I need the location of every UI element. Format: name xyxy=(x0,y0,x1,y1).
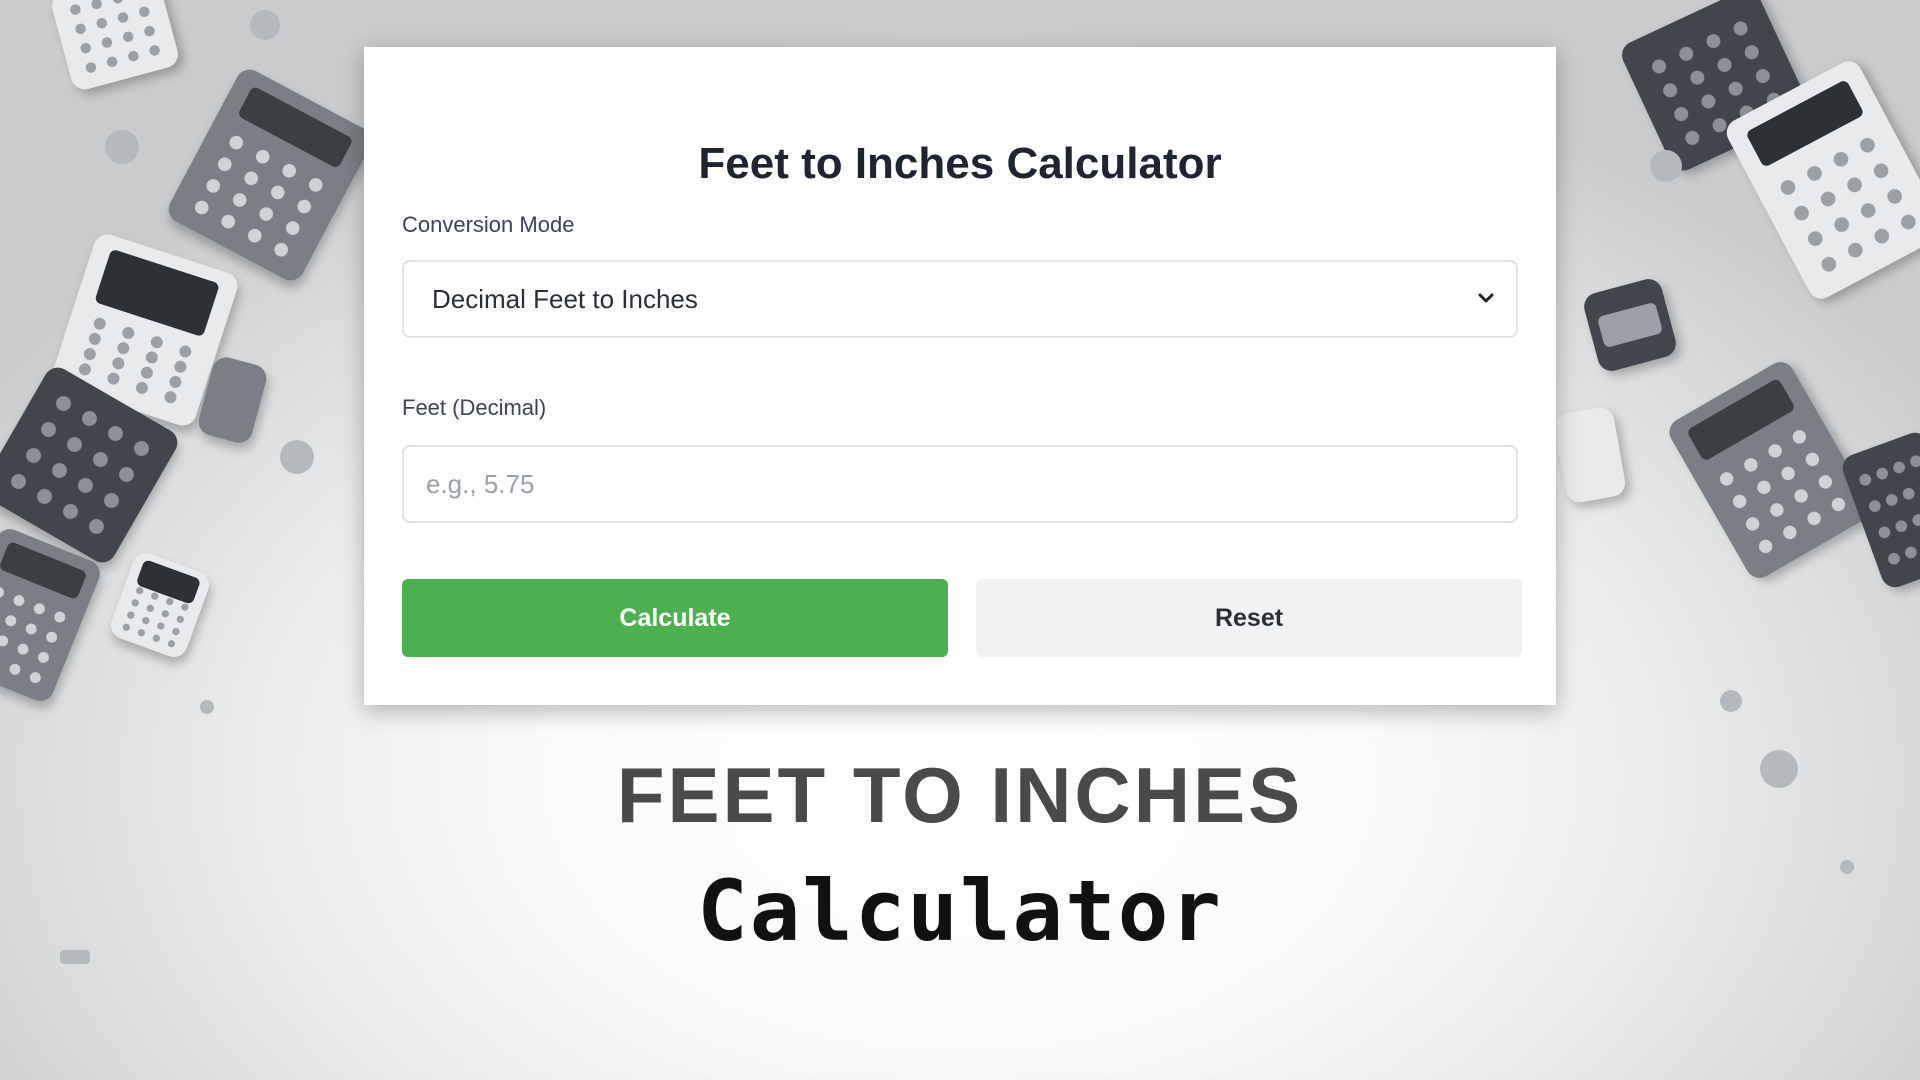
calculator-decoration xyxy=(1838,428,1920,592)
conversion-mode-label: Conversion Mode xyxy=(402,212,575,237)
feet-decimal-label: Feet (Decimal) xyxy=(402,395,547,420)
calculator-decoration xyxy=(107,549,213,661)
calculator-decoration xyxy=(0,362,183,568)
banner-heading: FEET TO INCHES xyxy=(616,751,1304,839)
calculator-card: Feet to Inches Calculator Conversion Mod… xyxy=(364,47,1556,705)
calculator-decoration xyxy=(195,354,270,446)
calculator-decoration xyxy=(1552,405,1628,505)
calculator-decoration xyxy=(1721,56,1920,304)
banner-subheading: Calculator xyxy=(697,862,1223,960)
calculator-decoration xyxy=(1617,0,1813,176)
conversion-mode-select[interactable]: Decimal Feet to Inches xyxy=(402,260,1518,338)
calculator-decoration xyxy=(163,64,377,286)
calculator-decoration xyxy=(1664,357,1876,583)
chevron-down-icon xyxy=(1478,293,1494,303)
conversion-mode-value: Decimal Feet to Inches xyxy=(432,283,698,314)
calculator-decoration xyxy=(1581,276,1679,374)
calculator-decoration xyxy=(48,230,242,430)
calculator-decoration xyxy=(48,0,182,93)
feet-decimal-input[interactable] xyxy=(402,445,1518,523)
card-title: Feet to Inches Calculator xyxy=(698,139,1222,188)
reset-button[interactable]: Reset xyxy=(976,579,1522,657)
calculate-button[interactable]: Calculate xyxy=(402,579,948,657)
calculator-decoration xyxy=(0,524,105,706)
